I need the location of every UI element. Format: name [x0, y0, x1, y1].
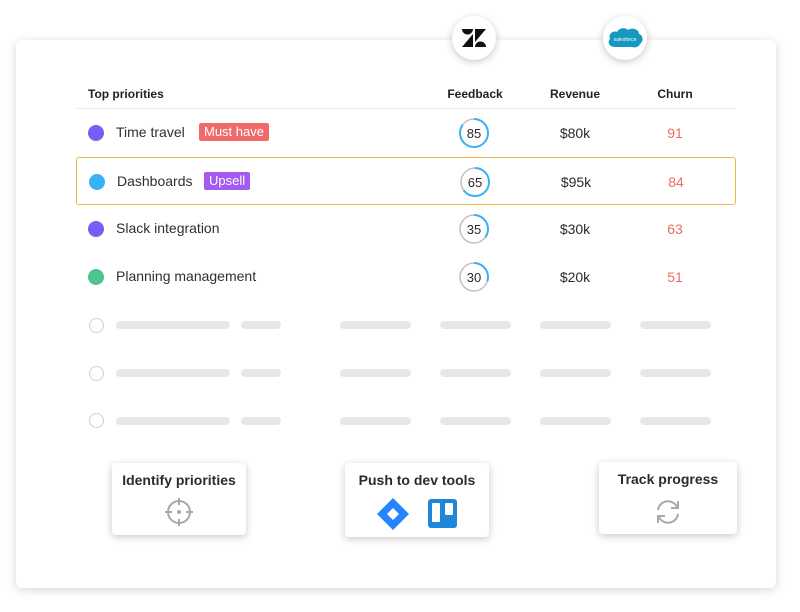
churn-value: 63: [667, 221, 683, 237]
step-identify-priorities[interactable]: Identify priorities: [112, 463, 246, 535]
feedback-score: 85: [466, 126, 482, 141]
priority-color-dot: [89, 174, 105, 190]
feedback-score: 65: [467, 175, 483, 190]
step-push-to-dev-tools[interactable]: Push to dev tools: [345, 463, 489, 537]
trello-icon: [428, 499, 457, 528]
churn-value: 84: [668, 174, 684, 190]
priority-name[interactable]: Planning management: [116, 268, 256, 284]
header-churn[interactable]: Churn: [640, 87, 710, 101]
header-feedback[interactable]: Feedback: [440, 87, 510, 101]
priority-color-dot: [88, 269, 104, 285]
revenue-value: $20k: [559, 269, 591, 285]
step-title: Identify priorities: [122, 472, 236, 488]
header-revenue[interactable]: Revenue: [540, 87, 610, 101]
priority-color-dot: [88, 221, 104, 237]
priority-tag: Must have: [199, 123, 269, 141]
salesforce-wordmark: salesforce: [614, 37, 637, 43]
zendesk-logo: [452, 16, 496, 60]
priority-row[interactable]: Time travel Must have 85 $80k 91: [76, 109, 736, 157]
churn-value: 91: [667, 125, 683, 141]
priority-tag: Upsell: [204, 172, 251, 190]
jira-icon: [377, 498, 409, 530]
priority-color-dot: [88, 125, 104, 141]
priority-row[interactable]: Dashboards Upsell 65 $95k 84: [76, 157, 736, 205]
row-checkbox[interactable]: [89, 413, 104, 428]
feedback-score: 35: [466, 222, 482, 237]
revenue-value: $95k: [560, 174, 592, 190]
priority-name[interactable]: Dashboards: [117, 173, 193, 189]
priority-row[interactable]: Slack integration 35 $30k 63: [76, 205, 736, 253]
priority-name[interactable]: Slack integration: [116, 220, 220, 236]
revenue-value: $30k: [559, 221, 591, 237]
churn-value: 51: [667, 269, 683, 285]
priority-row[interactable]: Planning management 30 $20k 51: [76, 253, 736, 301]
revenue-value: $80k: [559, 125, 591, 141]
row-checkbox[interactable]: [89, 366, 104, 381]
row-checkbox[interactable]: [89, 318, 104, 333]
target-icon: [165, 498, 193, 526]
feedback-score: 30: [466, 270, 482, 285]
priority-name[interactable]: Time travel: [116, 124, 185, 140]
header-top-priorities[interactable]: Top priorities: [88, 87, 164, 101]
zendesk-icon: [462, 29, 486, 47]
step-track-progress[interactable]: Track progress: [599, 462, 737, 534]
salesforce-cloud-icon: salesforce: [608, 28, 643, 48]
step-title: Track progress: [617, 471, 719, 487]
refresh-icon: [657, 500, 679, 524]
step-title: Push to dev tools: [358, 472, 476, 488]
salesforce-logo: salesforce: [603, 16, 647, 60]
